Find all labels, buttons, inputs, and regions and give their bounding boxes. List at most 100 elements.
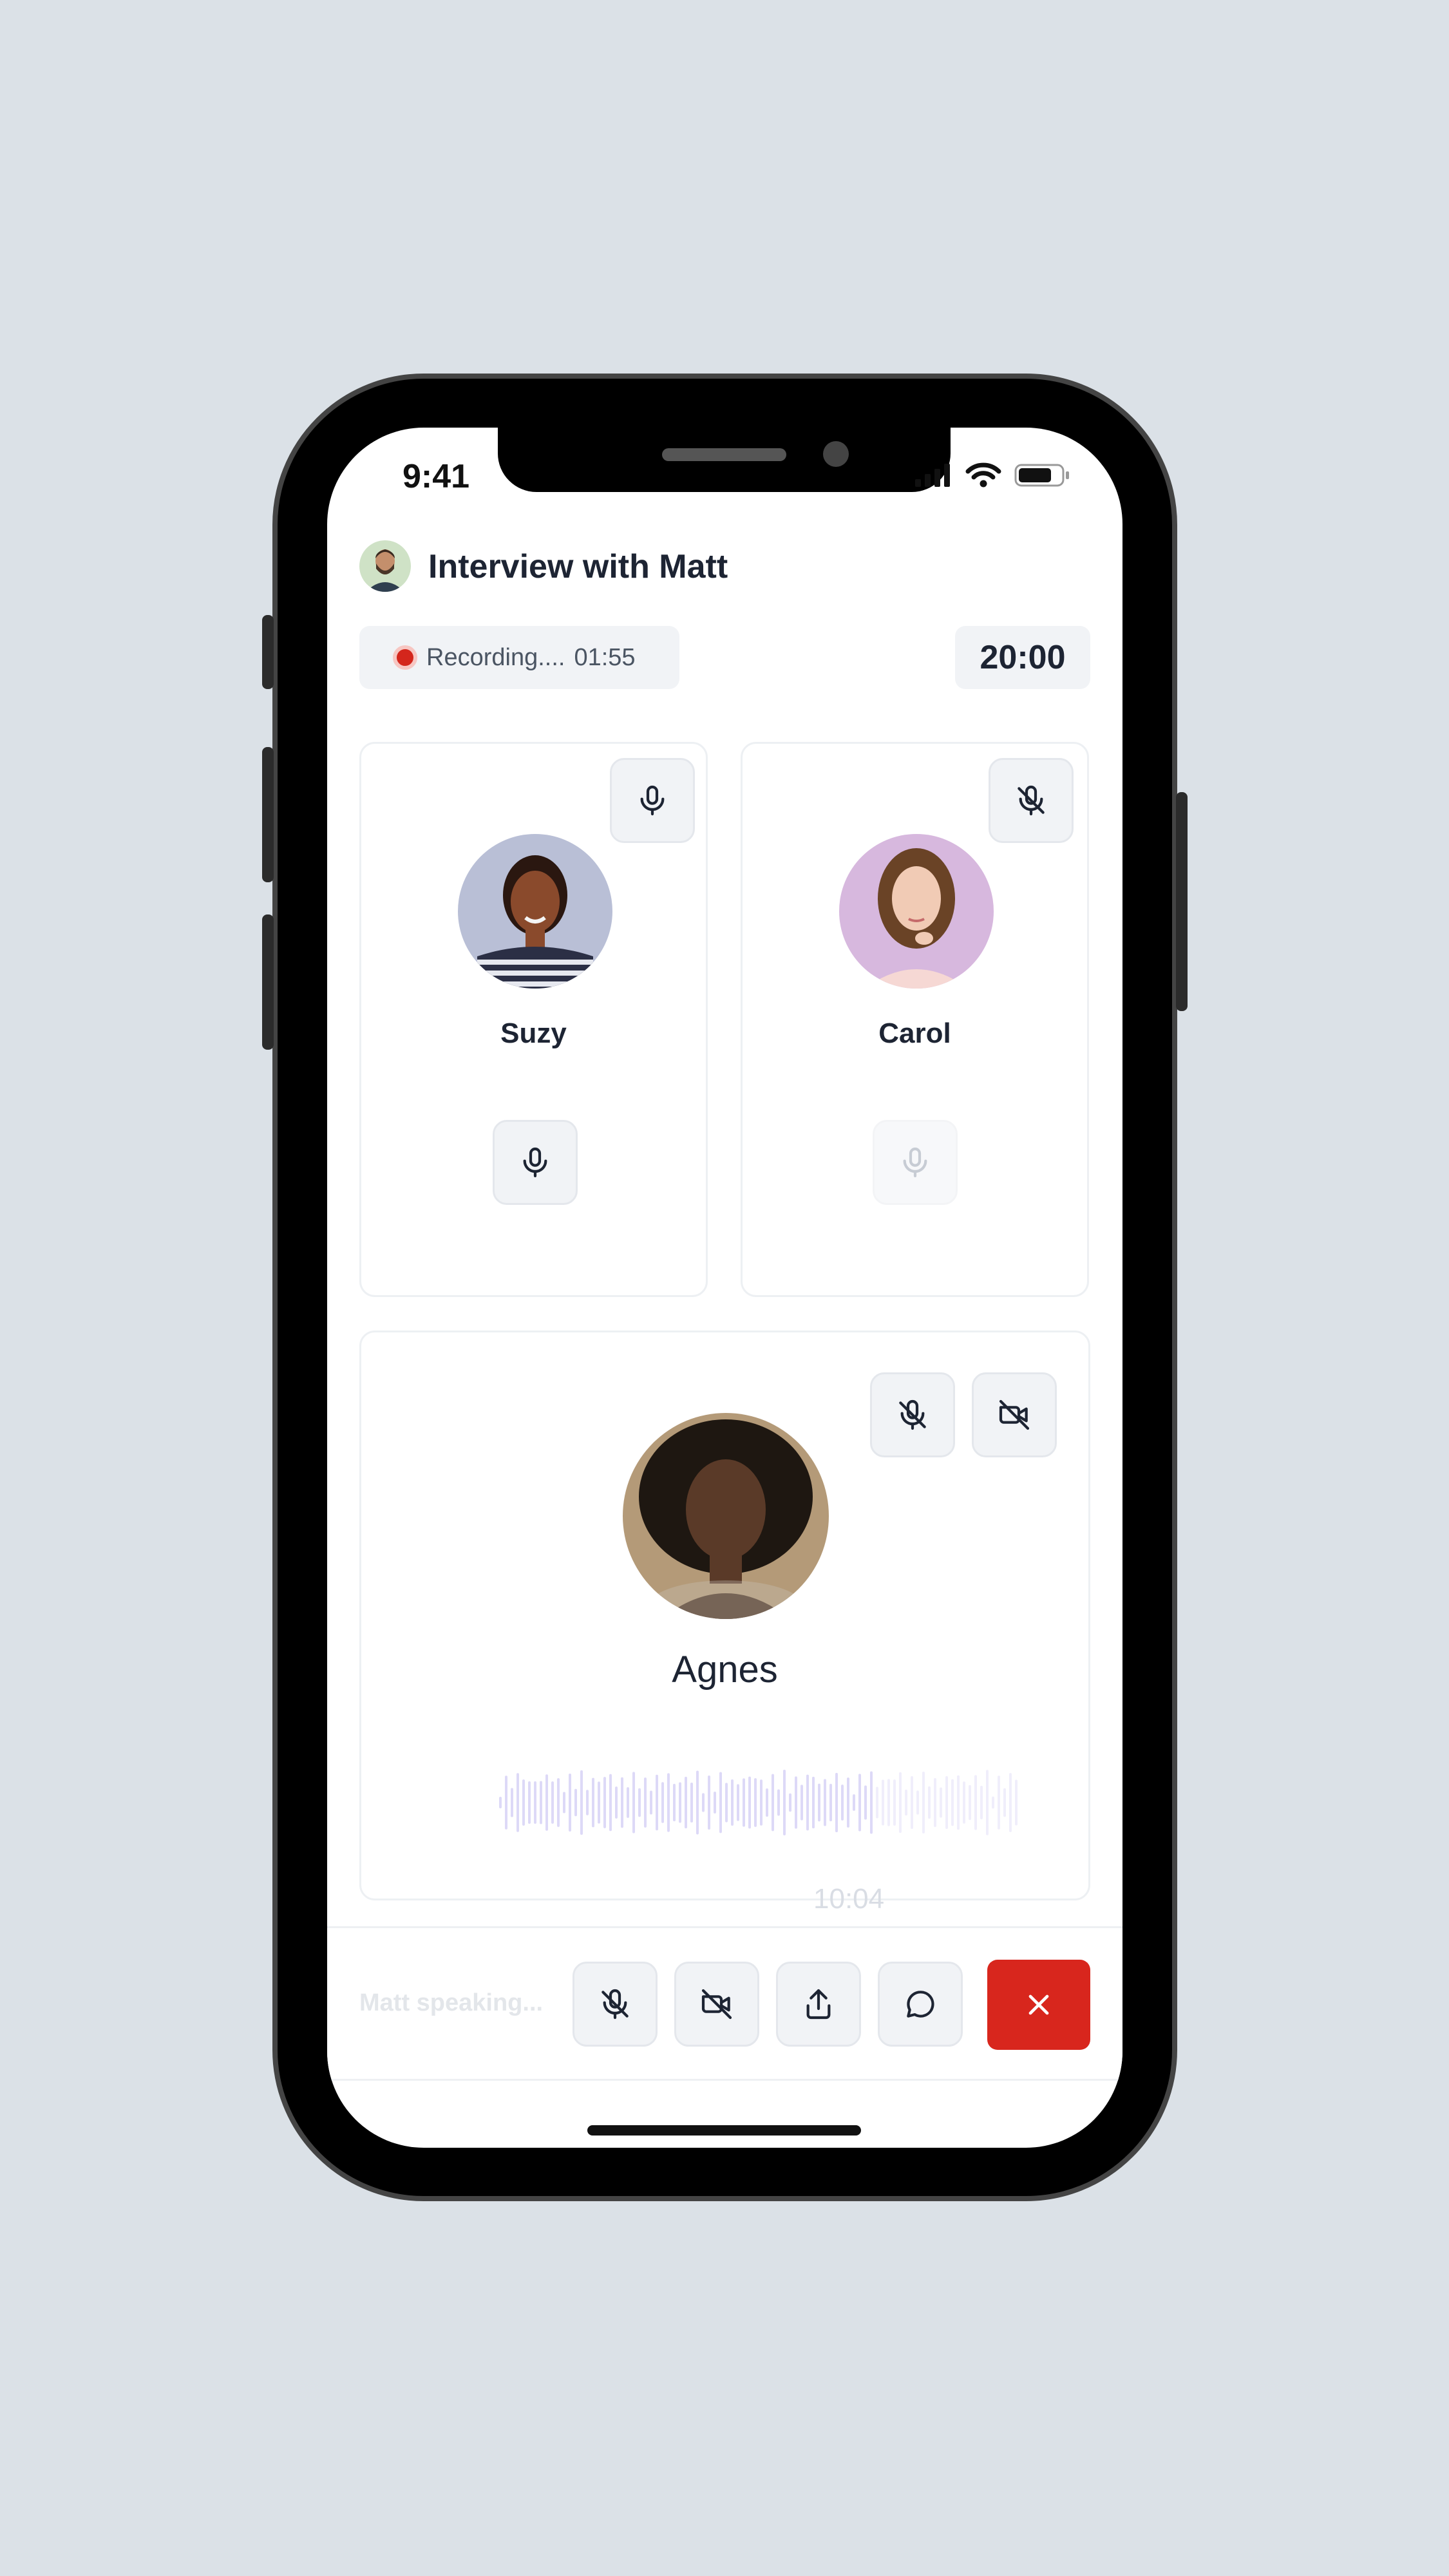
speaking-status: Matt speaking...: [359, 1989, 544, 2016]
agnes-mic-button[interactable]: [870, 1372, 955, 1457]
waveform-bar: [864, 1785, 867, 1820]
waveform-bar: [586, 1790, 589, 1815]
waveform-bar: [563, 1792, 565, 1814]
participant-card-carol: Carol: [741, 742, 1089, 1297]
mic-off-icon: [601, 1989, 629, 2020]
signal-icon: [915, 464, 950, 487]
share-button[interactable]: [776, 1962, 861, 2047]
waveform-bar: [760, 1779, 762, 1826]
waveform-bar: [824, 1779, 826, 1826]
waveform-bar: [905, 1789, 907, 1816]
waveform-bar: [899, 1772, 902, 1833]
waveform-bar: [835, 1772, 838, 1833]
waveform-bar: [522, 1779, 525, 1826]
suzy-avatar: [458, 834, 612, 989]
featured-timestamp: 10:04: [813, 1883, 885, 1915]
waveform-bar: [1009, 1773, 1012, 1832]
waveform-bar: [887, 1779, 890, 1826]
waveform-bar: [940, 1787, 942, 1818]
waveform-bar: [795, 1776, 797, 1829]
camera-toggle-button[interactable]: [674, 1962, 759, 2047]
waveform-bar: [557, 1778, 560, 1827]
waveform-bar: [847, 1777, 849, 1828]
waveform-bar: [743, 1778, 745, 1827]
carol-mic-toggle[interactable]: [873, 1120, 958, 1205]
chat-button[interactable]: [878, 1962, 963, 2047]
agnes-avatar: [623, 1413, 829, 1619]
suzy-mic-toggle[interactable]: [493, 1120, 578, 1205]
waveform-bar: [766, 1788, 768, 1817]
waveform-bar: [592, 1777, 594, 1828]
waveform-bar: [574, 1788, 577, 1817]
waveform-bar: [969, 1785, 971, 1821]
waveform-bar: [754, 1778, 757, 1827]
waveform-bar: [505, 1776, 507, 1830]
waveform-bar: [922, 1772, 925, 1833]
waveform-bar: [534, 1781, 536, 1824]
participant-name-carol: Carol: [878, 1018, 951, 1049]
waveform-bar: [714, 1791, 716, 1814]
waveform-bar: [661, 1782, 664, 1823]
waveform-bar: [951, 1779, 954, 1826]
host-avatar: [359, 540, 411, 592]
waveform-bar: [685, 1776, 687, 1829]
waveform-bar: [777, 1789, 780, 1816]
waveform-bar: [621, 1777, 623, 1828]
waveform-bar: [580, 1770, 583, 1835]
recording-elapsed: 01:55: [574, 643, 636, 671]
agnes-camera-button[interactable]: [972, 1372, 1057, 1457]
waveform-bar: [858, 1774, 861, 1832]
carol-mic-button[interactable]: [989, 758, 1074, 843]
mic-off-icon: [1018, 785, 1045, 816]
screen: 9:41 Interview with Matt Recording.... 0…: [327, 428, 1122, 2148]
page-title: Interview with Matt: [428, 548, 728, 585]
waveform-bar: [516, 1773, 519, 1832]
waveform-bar: [725, 1783, 728, 1823]
participant-name-suzy: Suzy: [500, 1018, 567, 1049]
waveform-bar: [499, 1797, 502, 1808]
waveform-bar: [934, 1778, 936, 1827]
waveform-bar: [928, 1786, 931, 1819]
waveform-bar: [679, 1782, 681, 1823]
mic-off-icon: [899, 1399, 926, 1430]
mute-button[interactable]: [573, 1962, 658, 2047]
waveform-bar: [1015, 1779, 1018, 1826]
waveform-bar: [818, 1783, 820, 1822]
featured-participant-name: Agnes: [672, 1649, 778, 1690]
waveform-bar: [690, 1782, 693, 1823]
waveform-bar: [609, 1774, 612, 1832]
suzy-mic-button[interactable]: [610, 758, 695, 843]
end-call-button[interactable]: [987, 1960, 1090, 2050]
mic-icon: [903, 1147, 927, 1178]
waveform-bar: [853, 1794, 855, 1811]
chat-icon: [907, 1991, 934, 2018]
waveform-bar: [737, 1784, 739, 1821]
waveform-bar: [1003, 1788, 1006, 1817]
waveform-bar: [789, 1793, 791, 1812]
waveform-bar: [841, 1785, 844, 1821]
waveform-bar: [998, 1776, 1000, 1830]
waveform-bar: [945, 1776, 948, 1829]
waveform-bar: [731, 1779, 734, 1826]
mic-icon: [523, 1147, 547, 1178]
status-icons: [914, 462, 1071, 488]
waveform-bar: [615, 1786, 618, 1819]
waveform-bar: [673, 1783, 676, 1822]
video-off-icon: [701, 1989, 732, 2020]
carol-avatar: [839, 834, 994, 989]
featured-participant-card: Agnes: [359, 1331, 1090, 1900]
waveform-bar: [511, 1788, 513, 1817]
earpiece: [662, 448, 786, 461]
waveform-bar: [551, 1781, 554, 1824]
waveform-bar: [569, 1774, 571, 1832]
waveform-bar: [627, 1787, 629, 1818]
waveform-bar: [911, 1776, 913, 1830]
video-off-icon: [999, 1399, 1030, 1430]
waveform-bar: [772, 1774, 774, 1832]
waveform-bar: [719, 1772, 722, 1833]
waveform-bar: [963, 1781, 965, 1824]
waveform-bar: [528, 1781, 531, 1824]
waveform-bar: [598, 1781, 600, 1824]
waveform-bar: [957, 1775, 960, 1830]
record-dot-icon: [393, 645, 417, 670]
